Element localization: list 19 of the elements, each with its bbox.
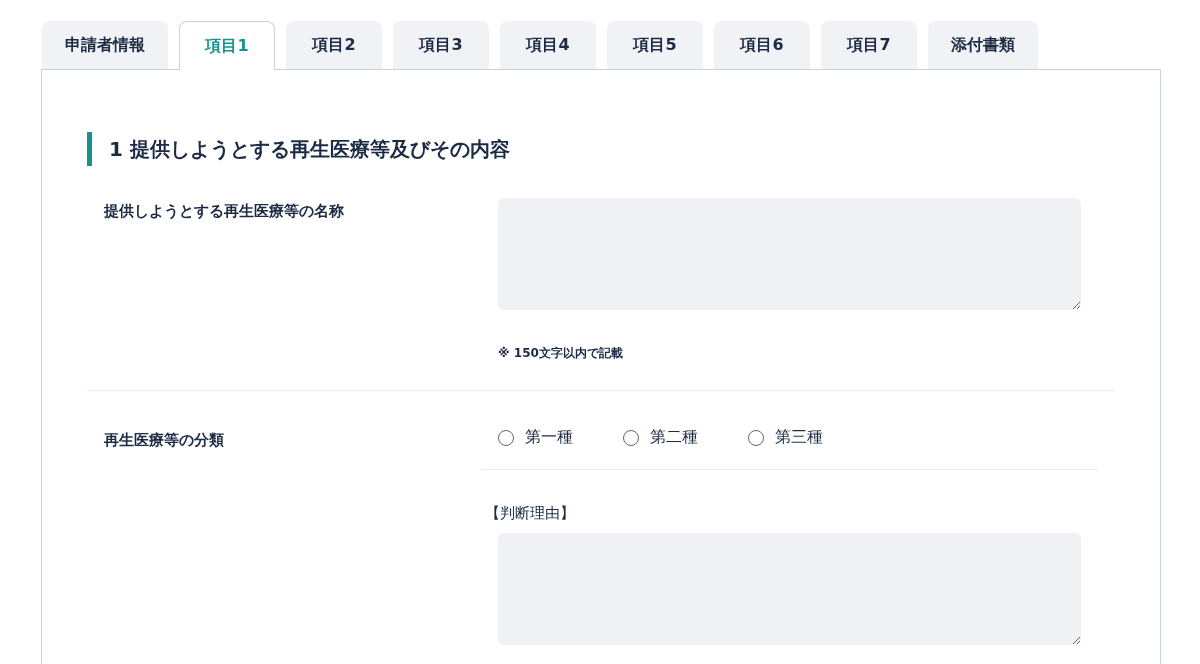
reason-label: 【判断理由】 [484,504,576,523]
radio-option[interactable]: 第三種 [748,427,823,448]
reason-input-field[interactable] [498,533,1081,645]
tab[interactable]: 項目2 [286,21,382,69]
tab[interactable]: 項目7 [821,21,917,69]
field-label: 提供しようとする再生医療等の名称 [103,201,345,221]
tab[interactable]: 項目6 [714,21,810,69]
radio-option[interactable]: 第二種 [623,427,698,448]
tab[interactable]: 項目3 [393,21,489,69]
section-heading: 1 提供しようとする再生医療等及びその内容 [87,132,1115,166]
tab[interactable]: 項目1 [179,21,275,70]
tab[interactable]: 項目5 [607,21,703,69]
tab[interactable]: 添付書類 [928,21,1038,69]
tab[interactable]: 項目4 [500,21,596,69]
name-input-field[interactable] [498,198,1081,310]
tab[interactable]: 申請者情報 [42,21,168,69]
field-label: 再生医療等の分類 [103,430,225,450]
radio-option[interactable]: 第一種 [498,427,573,448]
field-note: ※ 150文字以内で記載 [498,345,624,362]
